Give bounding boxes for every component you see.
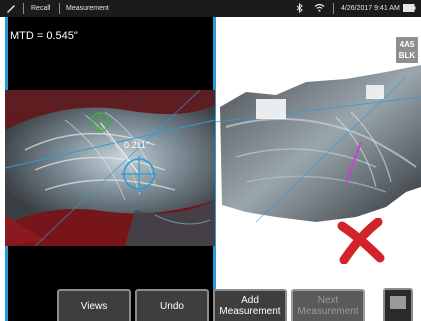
add-measurement-label-1: Add bbox=[241, 295, 259, 306]
battery-icon bbox=[403, 4, 416, 15]
views-button[interactable]: Views bbox=[57, 289, 131, 321]
recall-button[interactable]: Recall bbox=[31, 4, 50, 13]
wifi-icon bbox=[314, 3, 325, 15]
mtd-readout: MTD = 0.545" bbox=[10, 30, 78, 42]
view-mode-badge[interactable]: 4A5 BLK bbox=[396, 37, 418, 63]
toggle-panel-button[interactable] bbox=[383, 288, 413, 321]
datetime: 4/26/2017 9:41 AM bbox=[341, 5, 400, 12]
views-label: Views bbox=[80, 300, 108, 312]
3d-point-cloud-view[interactable] bbox=[216, 17, 421, 321]
next-measurement-label-1: Next bbox=[317, 295, 339, 306]
add-measurement-label-2: Measurement bbox=[219, 306, 281, 317]
undo-label: Undo bbox=[160, 300, 184, 312]
pencil-icon[interactable] bbox=[6, 3, 16, 16]
panel-icon bbox=[390, 296, 406, 309]
screen-title: Measurement bbox=[66, 5, 109, 12]
undo-button[interactable]: Undo bbox=[135, 289, 209, 321]
separator bbox=[23, 3, 24, 14]
separator bbox=[333, 3, 334, 14]
inspection-image[interactable] bbox=[5, 90, 215, 246]
next-measurement-button[interactable]: Next Measurement bbox=[291, 289, 365, 321]
red-x-icon bbox=[336, 217, 386, 269]
badge-line-1: 4A5 bbox=[399, 40, 415, 49]
badge-line-2: BLK bbox=[398, 51, 416, 60]
separator bbox=[59, 3, 60, 14]
next-measurement-label-2: Measurement bbox=[297, 306, 359, 317]
status-bar: Recall Measurement 4/26/2017 9:41 AM bbox=[0, 0, 421, 17]
bluetooth-icon bbox=[296, 2, 303, 16]
dimension-label: 0.211" bbox=[124, 140, 150, 150]
add-measurement-button[interactable]: Add Measurement bbox=[213, 289, 287, 321]
